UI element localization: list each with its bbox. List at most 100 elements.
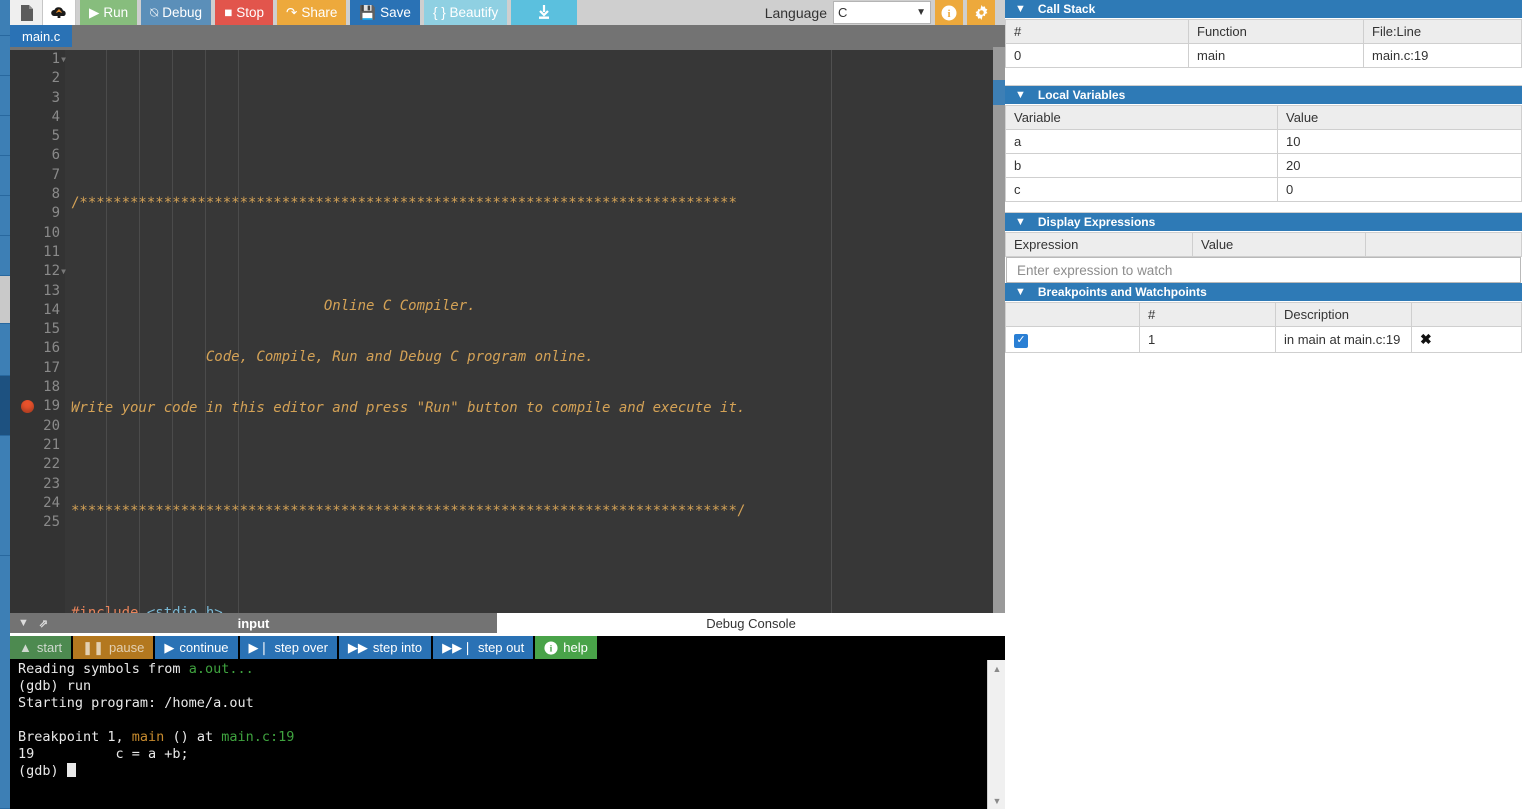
table-row[interactable]: b 20 — [1005, 153, 1522, 178]
gutter-line[interactable]: 7 — [10, 166, 65, 185]
upload-button[interactable] — [43, 0, 76, 25]
chevron-down-icon: ▼ — [1015, 3, 1026, 15]
chevron-down-icon[interactable]: ▼ — [18, 617, 29, 629]
col-variable: Variable — [1005, 105, 1278, 130]
gutter-line[interactable]: 8 — [10, 185, 65, 204]
code-line[interactable]: ****************************************… — [65, 502, 1005, 521]
file-tab-main-c[interactable]: main.c — [10, 25, 73, 47]
gutter-line[interactable]: 17 — [10, 359, 65, 378]
close-icon[interactable]: ✖ — [1420, 331, 1432, 347]
code-editor[interactable]: 1 ▼ 2 3 4 5 6 7 8 9 10 11 12 ▼ 13 14 15 16… — [10, 47, 1005, 613]
gutter-line[interactable]: 23 — [10, 475, 65, 494]
debug-step-over-button[interactable]: ▶❘ step over — [239, 636, 337, 659]
editor-scrollbar[interactable] — [993, 47, 1005, 613]
debug-button[interactable]: ⍉ Debug — [141, 0, 212, 25]
col-number: # — [1139, 302, 1276, 327]
debug-step-into-button[interactable]: ▶▶ step into — [338, 636, 432, 659]
breakpoint-enabled-checkbox[interactable]: ✓ — [1014, 333, 1028, 348]
share-button[interactable]: ↷ Share — [277, 0, 347, 25]
gutter-line[interactable]: 24 — [10, 494, 65, 513]
breakpoint-enabled-cell[interactable]: ✓ — [1005, 326, 1140, 353]
console-scrollbar[interactable]: ▲ ▼ — [987, 660, 1005, 809]
gutter-line[interactable]: 21 — [10, 436, 65, 455]
gutter-line[interactable]: 25 — [10, 513, 65, 532]
run-button[interactable]: ▶ Run — [80, 0, 138, 25]
gutter-line[interactable]: 15 — [10, 320, 65, 339]
breakpoint-marker[interactable] — [21, 400, 34, 414]
table-row[interactable]: c 0 — [1005, 177, 1522, 202]
code-line[interactable]: Code, Compile, Run and Debug C program o… — [65, 348, 1005, 367]
debug-side-panel: ▼ Call Stack # Function File:Line 0 main… — [1005, 0, 1522, 809]
gutter-line[interactable]: 20 — [10, 417, 65, 436]
watch-expression-input[interactable]: Enter expression to watch — [1006, 257, 1521, 283]
editor-code-area[interactable]: /***************************************… — [65, 50, 1005, 613]
gutter-line[interactable]: 6 — [10, 146, 65, 165]
gutter-line[interactable]: 14 — [10, 301, 65, 320]
stop-button[interactable]: ■ Stop — [215, 0, 273, 25]
editor-gutter[interactable]: 1 ▼ 2 3 4 5 6 7 8 9 10 11 12 ▼ 13 14 15 16… — [10, 50, 66, 613]
save-button[interactable]: 💾 Save — [350, 0, 420, 25]
table-header-row: Expression Value — [1005, 232, 1522, 257]
col-index: # — [1005, 19, 1189, 44]
debug-continue-label: continue — [179, 640, 229, 655]
console-cursor — [66, 763, 76, 777]
debug-start-button[interactable]: ▲ start — [10, 636, 72, 659]
debug-pause-button[interactable]: ❚❚ pause — [73, 636, 154, 659]
beautify-button[interactable]: { } Beautify — [423, 0, 508, 25]
info-button[interactable]: i — [935, 0, 963, 25]
new-file-button[interactable] — [10, 0, 43, 25]
download-button[interactable] — [511, 0, 578, 25]
tab-debug-console[interactable]: Debug Console — [497, 613, 1005, 633]
col-value: Value — [1277, 105, 1522, 130]
local-variables-title: Local Variables — [1037, 88, 1126, 102]
section-header-breakpoints[interactable]: ▼ Breakpoints and Watchpoints — [1005, 283, 1522, 302]
breakpoint-delete-cell[interactable]: ✖ — [1411, 326, 1522, 353]
gutter-line[interactable]: 18 — [10, 378, 65, 397]
gutter-line[interactable]: 5 — [10, 127, 65, 146]
gutter-line[interactable]: 16 — [10, 339, 65, 358]
scroll-up-arrow-icon[interactable]: ▲ — [988, 660, 1006, 677]
section-header-local-variables[interactable]: ▼ Local Variables — [1005, 86, 1522, 105]
table-row[interactable]: ✓ 1 in main at main.c:19 ✖ — [1005, 326, 1522, 353]
file-tab-label: main.c — [22, 28, 61, 44]
table-row[interactable]: 0 main main.c:19 — [1005, 43, 1522, 68]
code-line[interactable]: Online C Compiler. — [65, 297, 1005, 316]
gutter-line[interactable]: 11 — [10, 243, 65, 262]
gutter-line[interactable]: 1 ▼ — [10, 50, 66, 69]
editor-scrollbar-thumb[interactable] — [993, 80, 1005, 105]
save-button-label: Save — [380, 5, 411, 20]
gutter-line[interactable]: 3 — [10, 89, 65, 108]
code-line[interactable]: Write your code in this editor and press… — [65, 399, 1005, 418]
gutter-line[interactable]: 22 — [10, 455, 65, 474]
code-line[interactable] — [65, 245, 1005, 264]
gutter-line-breakpoint[interactable]: 19 — [10, 397, 65, 416]
toolbar-right-group: Language C ▼ i — [765, 0, 1005, 25]
gutter-line[interactable]: 4 — [10, 108, 65, 127]
gutter-line[interactable]: 13 — [10, 282, 65, 301]
debug-help-button[interactable]: i help — [535, 636, 597, 659]
debug-continue-button[interactable]: ▶ continue — [155, 636, 238, 659]
expand-icon[interactable]: ⇗ — [39, 617, 48, 630]
step-into-icon: ▶▶ — [347, 639, 368, 655]
code-line[interactable]: #include <stdio.h> — [65, 604, 1005, 613]
debug-step-over-label: step over — [274, 640, 328, 655]
gutter-line[interactable]: 9 — [10, 204, 65, 223]
code-line[interactable] — [65, 553, 1005, 572]
scroll-down-arrow-icon[interactable]: ▼ — [988, 792, 1006, 809]
gdb-console-output[interactable]: Reading symbols from a.out... (gdb) run … — [10, 659, 1005, 809]
table-row[interactable]: a 10 — [1005, 129, 1522, 154]
share-icon: ↷ — [286, 4, 298, 20]
debug-help-label: help — [563, 640, 588, 655]
file-icon — [20, 4, 33, 21]
code-line[interactable]: /***************************************… — [65, 194, 1005, 213]
code-line[interactable] — [65, 450, 1005, 469]
section-header-call-stack[interactable]: ▼ Call Stack — [1005, 0, 1522, 19]
gutter-line[interactable]: 10 — [10, 224, 65, 243]
gutter-line[interactable]: 2 — [10, 69, 65, 88]
language-select[interactable]: C ▼ — [833, 1, 931, 24]
section-header-display-expressions[interactable]: ▼ Display Expressions — [1005, 213, 1522, 232]
gutter-line[interactable]: 12 ▼ — [10, 262, 66, 281]
debug-step-out-button[interactable]: ▶▶❘ step out — [433, 636, 534, 659]
settings-button[interactable] — [967, 0, 995, 25]
print-margin-line — [831, 50, 832, 613]
